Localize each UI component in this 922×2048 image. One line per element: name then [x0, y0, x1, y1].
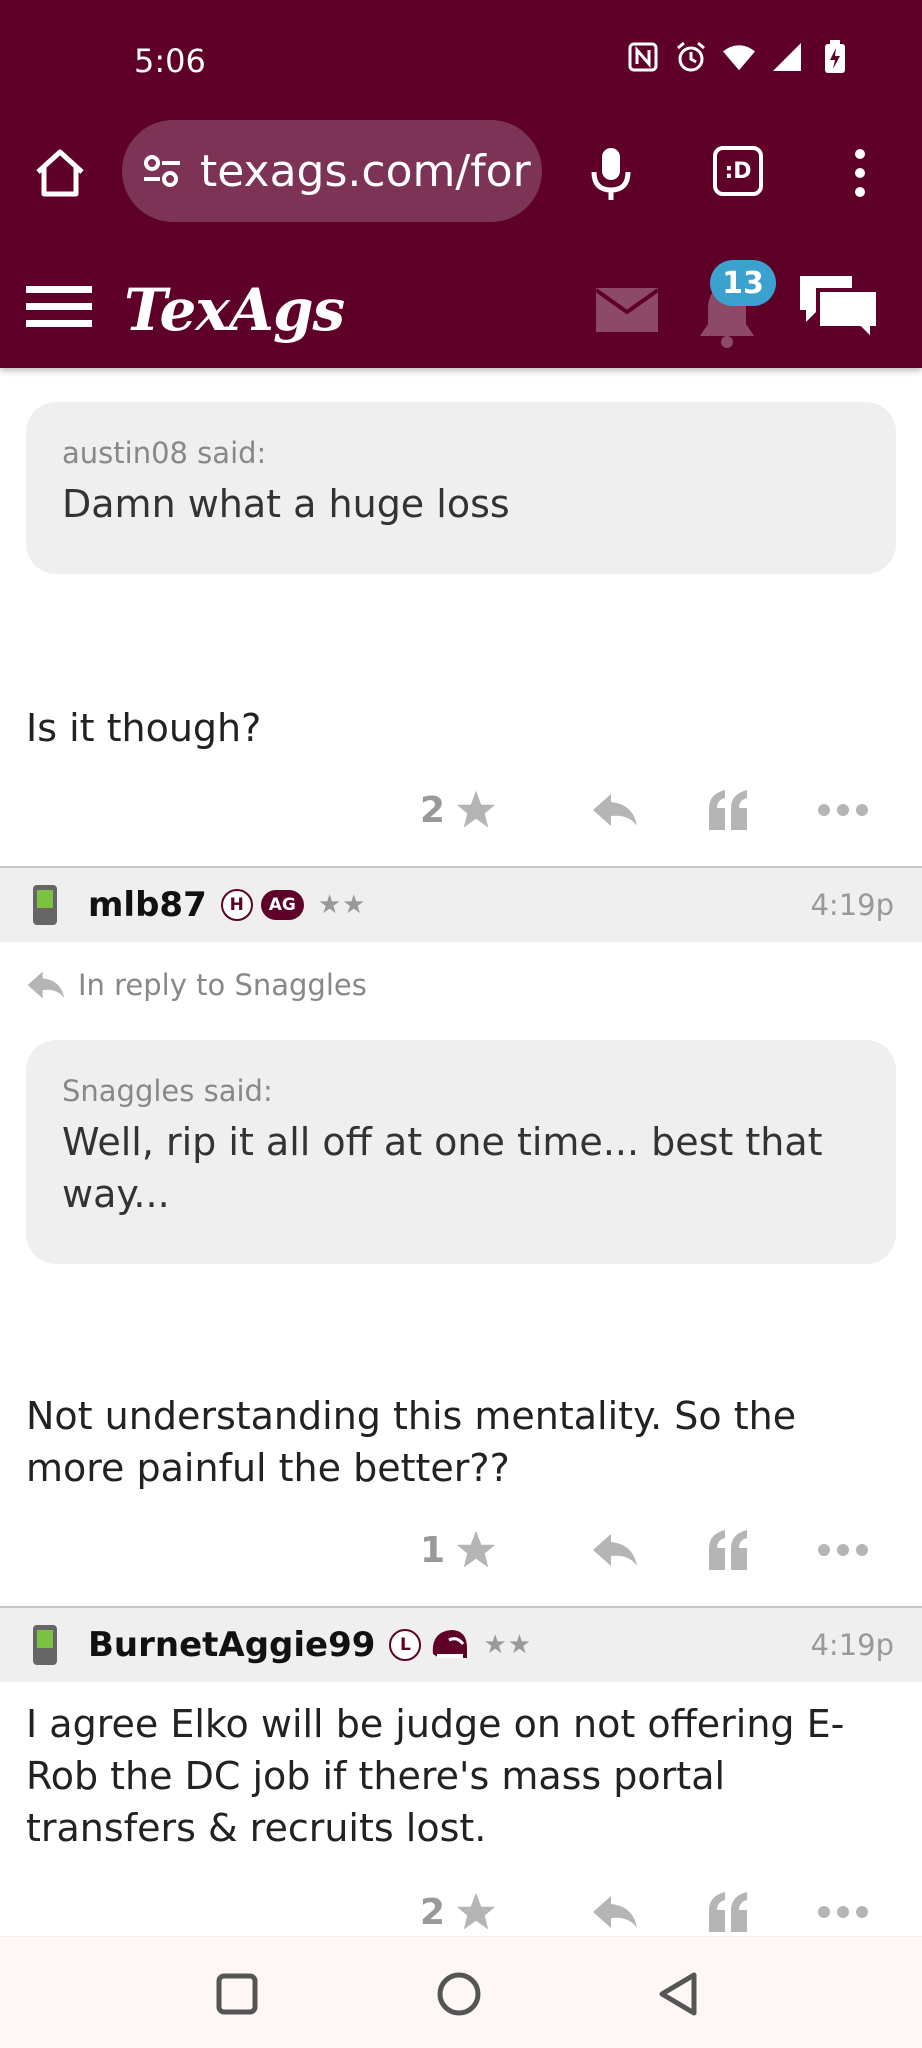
system-nav-bar — [0, 1936, 922, 2048]
quote-block: austin08 said: Damn what a huge loss — [26, 402, 896, 574]
post-time: 4:19p — [810, 1628, 894, 1662]
user-rank-stars: ★★ — [317, 890, 367, 920]
reply-icon[interactable] — [558, 1887, 672, 1937]
more-options-icon[interactable] — [786, 785, 900, 835]
alarm-icon — [674, 40, 708, 74]
microphone-icon[interactable] — [586, 146, 636, 202]
site-header: TexAgs 13 — [0, 260, 922, 368]
star-icon — [456, 1530, 496, 1568]
status-bar: 5:06 — [0, 0, 922, 120]
quote-icon[interactable] — [672, 785, 786, 835]
username[interactable]: mlb87 — [88, 885, 207, 925]
nfc-icon — [626, 40, 660, 74]
reply-to-link[interactable]: In reply to Snaggles — [26, 968, 367, 1002]
reply-icon[interactable] — [558, 785, 672, 835]
like-button[interactable]: 2 — [420, 789, 558, 831]
texags-logo[interactable]: TexAgs — [124, 276, 345, 344]
recent-apps-icon[interactable] — [212, 1969, 262, 2019]
overflow-menu-icon[interactable] — [850, 148, 870, 198]
quote-text: Damn what a huge loss — [62, 482, 510, 526]
like-count: 1 — [420, 1529, 446, 1571]
user-badge-ag: AG — [260, 890, 304, 920]
site-settings-icon[interactable] — [142, 151, 182, 191]
tab-switcher-button[interactable]: :D — [713, 146, 763, 196]
notification-badge: 13 — [710, 260, 776, 306]
home-circle-icon[interactable] — [434, 1969, 484, 2019]
post-body: Not understanding this mentality. So the… — [26, 1394, 797, 1490]
star-icon — [456, 790, 496, 828]
post-header: BurnetAggie99 L ★★ 4:19p — [0, 1606, 922, 1682]
reply-to-text: In reply to Snaggles — [78, 968, 367, 1002]
reply-icon[interactable] — [558, 1525, 672, 1575]
reply-arrow-icon — [27, 971, 65, 999]
post-actions: 1 — [420, 1520, 900, 1580]
post-header: mlb87 H AG ★★ 4:19p — [0, 866, 922, 942]
user-badge-h: H — [220, 889, 253, 921]
battery-charging-icon — [818, 40, 852, 74]
hamburger-menu-icon[interactable] — [26, 280, 92, 334]
like-button[interactable]: 1 — [420, 1529, 558, 1571]
user-badge-l: L — [389, 1629, 422, 1661]
post-time: 4:19p — [810, 888, 894, 922]
like-count: 2 — [420, 1891, 446, 1933]
browser-toolbar: texags.com/for :D — [0, 120, 922, 270]
mobile-phone-icon — [33, 1625, 57, 1665]
home-icon[interactable] — [32, 144, 88, 200]
quote-author: austin08 said: — [62, 436, 267, 470]
more-options-icon[interactable] — [786, 1525, 900, 1575]
like-count: 2 — [420, 789, 446, 831]
username[interactable]: BurnetAggie99 — [88, 1625, 375, 1665]
mobile-phone-icon — [33, 885, 57, 925]
status-time: 5:06 — [134, 42, 206, 80]
like-button[interactable]: 2 — [420, 1891, 558, 1933]
more-options-icon[interactable] — [786, 1887, 900, 1937]
url-bar[interactable]: texags.com/for — [122, 120, 542, 222]
post-actions: 2 — [420, 1882, 900, 1942]
chat-icon[interactable] — [796, 270, 882, 345]
back-icon[interactable] — [654, 1969, 704, 2019]
url-text: texags.com/for — [200, 145, 531, 197]
quote-icon[interactable] — [672, 1525, 786, 1575]
quote-text: Well, rip it all off at one time... best… — [62, 1120, 823, 1216]
post-body: I agree Elko will be judge on not offeri… — [26, 1702, 845, 1850]
user-rank-stars: ★★ — [483, 1630, 533, 1660]
quote-icon[interactable] — [672, 1887, 786, 1937]
post-actions: 2 — [420, 780, 900, 840]
helmet-badge-icon — [433, 1630, 468, 1658]
star-icon — [456, 1892, 496, 1930]
quote-block: Snaggles said: Well, rip it all off at o… — [26, 1040, 896, 1264]
mail-icon[interactable] — [594, 288, 660, 332]
wifi-icon — [722, 40, 756, 74]
status-icons — [626, 40, 852, 74]
signal-icon — [770, 40, 804, 74]
quote-author: Snaggles said: — [62, 1074, 273, 1108]
post-body: Is it though? — [26, 706, 262, 750]
